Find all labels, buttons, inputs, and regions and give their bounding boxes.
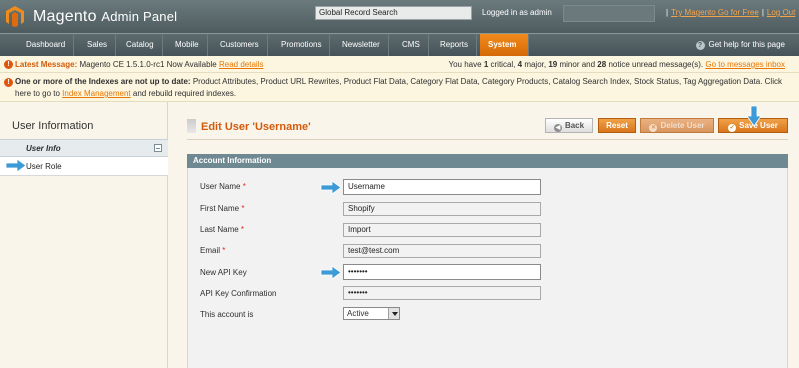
lastname-input[interactable]: Import	[343, 223, 541, 237]
user-info-box	[563, 5, 655, 22]
back-label: Back	[564, 121, 585, 130]
username-input[interactable]: Username	[343, 179, 541, 195]
unread-you-have: You have	[448, 60, 482, 69]
logout-link[interactable]: Log Out	[767, 8, 795, 17]
index-warning-tail: and rebuild required indexes.	[132, 89, 237, 98]
pointer-arrow-icon	[5, 159, 27, 172]
firstname-label: First Name *	[200, 204, 244, 213]
latest-label: Latest Message:	[15, 60, 78, 69]
index-warning-title: One or more of the Indexes are not up to…	[15, 77, 191, 86]
delete-label: Delete User	[660, 121, 705, 130]
reset-label: Reset	[606, 121, 628, 130]
collapse-icon[interactable]	[154, 144, 162, 152]
firstname-label-text: First Name	[200, 204, 240, 213]
account-status-label: This account is	[200, 310, 254, 319]
back-arrow-icon: ◀	[553, 124, 562, 132]
save-check-icon: ✓	[728, 124, 737, 132]
reset-button[interactable]: Reset	[598, 118, 636, 133]
unread-minor-label: minor and	[559, 60, 596, 69]
required-mark: *	[222, 246, 226, 255]
delete-icon: ✕	[649, 124, 658, 132]
warning-icon: !	[4, 78, 13, 87]
username-label-text: User Name	[200, 182, 241, 191]
nav-mobile[interactable]: Mobile	[167, 34, 208, 56]
nav-newsletter[interactable]: Newsletter	[334, 34, 389, 56]
read-details-link[interactable]: Read details	[219, 60, 263, 69]
help-link[interactable]: ? Get help for this page	[695, 34, 786, 56]
new-api-key-input[interactable]: •••••••	[343, 264, 541, 280]
magento-logo-icon	[6, 6, 24, 27]
pointer-arrow-icon	[320, 266, 342, 279]
top-links: | Try Magento Go for Free | Log Out	[666, 8, 796, 17]
unread-critical-label: critical,	[490, 60, 516, 69]
back-button[interactable]: ◀ Back	[545, 118, 593, 133]
pointer-arrow-down-icon	[747, 105, 761, 127]
email-input[interactable]: test@test.com	[343, 244, 541, 258]
tab-user-info[interactable]: User Info	[0, 139, 168, 157]
account-info-header: Account Information	[187, 154, 788, 168]
tab-user-role-label: User Role	[26, 162, 62, 171]
unread-major-count: 4	[517, 60, 523, 69]
index-management-link[interactable]: Index Management	[62, 89, 131, 98]
latest-text: Magento CE 1.5.1.0-rc1 Now Available	[79, 60, 217, 69]
api-key-confirm-input[interactable]: •••••••	[343, 286, 541, 300]
unread-notice-count: 28	[597, 60, 607, 69]
nav-sales[interactable]: Sales	[79, 34, 117, 56]
warning-icon: !	[4, 60, 13, 69]
header: Magento Admin Panel Global Record Search…	[0, 0, 799, 33]
page-icon	[187, 119, 196, 133]
username-label: User Name *	[200, 182, 246, 191]
unread-notice-label: notice unread message(s).	[608, 60, 704, 69]
unread-critical-count: 1	[483, 60, 489, 69]
lastname-label-text: Last Name	[200, 225, 239, 234]
nav-dashboard[interactable]: Dashboard	[18, 34, 75, 56]
pointer-arrow-icon	[320, 181, 342, 194]
email-label: Email *	[200, 246, 225, 255]
logo-brand: Magento	[33, 8, 97, 25]
index-warning-bar: ! One or more of the Indexes are not up …	[0, 73, 799, 102]
delete-user-button[interactable]: ✕ Delete User	[640, 118, 714, 133]
logo-suffix: Admin Panel	[101, 9, 178, 24]
nav-reports[interactable]: Reports	[432, 34, 478, 56]
global-search-input[interactable]: Global Record Search	[315, 6, 472, 20]
new-api-key-label: New API Key	[200, 268, 247, 277]
latest-message-bar: ! Latest Message: Magento CE 1.5.1.0-rc1…	[0, 56, 799, 73]
unread-major-label: major,	[524, 60, 547, 69]
nav-catalog[interactable]: Catalog	[118, 34, 163, 56]
api-key-confirm-label: API Key Confirmation	[200, 289, 277, 298]
email-label-text: Email	[200, 246, 221, 255]
sidebar-title: User Information	[12, 120, 94, 132]
sidebar: User Information User Info User Role	[0, 102, 168, 368]
required-mark: *	[241, 204, 245, 213]
unread-minor-count: 19	[548, 60, 558, 69]
help-label: Get help for this page	[708, 40, 786, 49]
lastname-label: Last Name *	[200, 225, 244, 234]
chevron-down-icon	[388, 308, 399, 319]
required-mark: *	[240, 225, 245, 234]
help-icon: ?	[695, 41, 705, 50]
app-title: Magento Admin Panel	[33, 8, 177, 26]
nav-cms[interactable]: CMS	[394, 34, 429, 56]
page-title: Edit User 'Username'	[201, 121, 311, 133]
unread-summary: You have 1 critical, 4 major, 19 minor a…	[449, 56, 786, 73]
messages-inbox-link[interactable]: Go to messages inbox	[705, 60, 785, 69]
nav-promotions[interactable]: Promotions	[273, 34, 331, 56]
tab-user-info-label: User Info	[26, 144, 61, 153]
logged-in-text: Logged in as admin	[482, 8, 552, 17]
main-nav: Dashboard Sales Catalog Mobile Customers…	[0, 33, 799, 56]
nav-customers[interactable]: Customers	[212, 34, 268, 56]
required-mark: *	[242, 182, 246, 191]
title-divider	[187, 139, 788, 140]
account-status-value: Active	[347, 309, 369, 318]
nav-system[interactable]: System	[480, 34, 529, 56]
try-magento-go-link[interactable]: Try Magento Go for Free	[671, 8, 759, 17]
firstname-input[interactable]: Shopify	[343, 202, 541, 216]
account-status-select[interactable]: Active	[343, 307, 400, 320]
